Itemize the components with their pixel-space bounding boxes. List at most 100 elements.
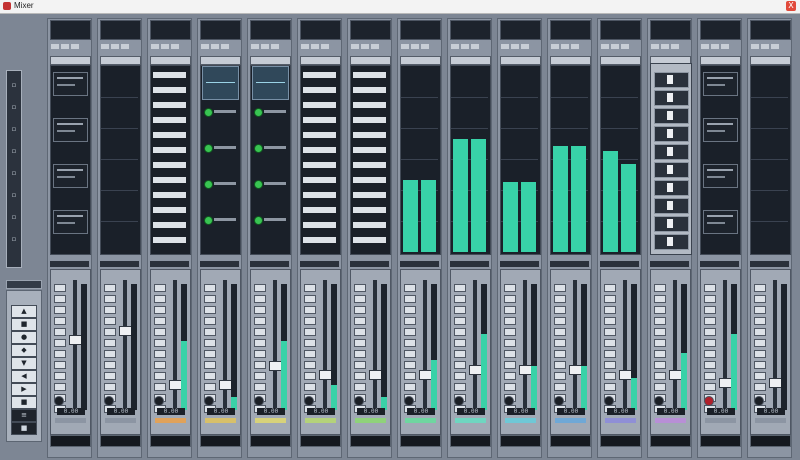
edit-button[interactable] <box>454 328 466 336</box>
eq-knob[interactable] <box>254 180 263 189</box>
toolbox-button-7[interactable]: ■ <box>11 396 37 409</box>
fader-track[interactable] <box>623 280 627 410</box>
arrow-icon[interactable]: ▫ <box>10 81 18 89</box>
send-bypass-button[interactable] <box>654 383 666 391</box>
send-bypass-button[interactable] <box>754 383 766 391</box>
volume-value[interactable]: 0.00 <box>257 408 285 415</box>
eq-curve-display[interactable] <box>252 66 289 100</box>
read-button[interactable] <box>54 306 66 314</box>
eraser-icon[interactable]: ▫ <box>10 169 18 177</box>
write-button[interactable] <box>304 317 316 325</box>
channel-name[interactable] <box>350 435 391 447</box>
insert-slot[interactable] <box>303 192 336 198</box>
solo-button[interactable] <box>704 295 716 303</box>
insert-slot[interactable] <box>303 147 336 153</box>
close-button[interactable]: X <box>786 1 796 11</box>
strip-small-buttons[interactable] <box>751 43 789 49</box>
send-bypass-button[interactable] <box>504 383 516 391</box>
toolbox-button-0[interactable]: ▲ <box>11 305 37 318</box>
strip-small-buttons[interactable] <box>51 43 89 49</box>
volume-value[interactable]: 0.00 <box>457 408 485 415</box>
fader-track[interactable] <box>323 280 327 410</box>
volume-value[interactable]: 0.00 <box>607 408 635 415</box>
fader-track[interactable] <box>373 280 377 410</box>
write-button[interactable] <box>754 317 766 325</box>
insert-bypass-button[interactable] <box>54 361 66 369</box>
monitor-button[interactable] <box>754 339 766 347</box>
mute-button[interactable] <box>254 284 266 292</box>
vst-slider[interactable] <box>654 180 689 196</box>
channel-header[interactable] <box>450 20 491 40</box>
send-bypass-button[interactable] <box>404 383 416 391</box>
insert-slot[interactable] <box>153 207 186 213</box>
monitor-button[interactable] <box>354 339 366 347</box>
solo-button[interactable] <box>354 295 366 303</box>
record-enable-button[interactable] <box>304 350 316 358</box>
write-button[interactable] <box>154 317 166 325</box>
vst-slider[interactable] <box>654 72 689 88</box>
record-button[interactable] <box>404 396 414 406</box>
mute-button[interactable] <box>604 284 616 292</box>
insert-slot[interactable] <box>353 87 386 93</box>
record-button[interactable] <box>754 396 764 406</box>
toolbox-button-9[interactable]: ■ <box>11 422 37 435</box>
record-button[interactable] <box>654 396 664 406</box>
monitor-button[interactable] <box>154 339 166 347</box>
insert-slot[interactable] <box>303 222 336 228</box>
section-header[interactable] <box>500 56 541 65</box>
edit-button[interactable] <box>354 328 366 336</box>
monitor-button[interactable] <box>254 339 266 347</box>
strip-small-buttons[interactable] <box>701 43 739 49</box>
strip-small-buttons[interactable] <box>501 43 539 49</box>
channel-name[interactable] <box>150 435 191 447</box>
channel-name[interactable] <box>500 435 541 447</box>
scissors-icon[interactable]: ▫ <box>10 125 18 133</box>
record-enable-button[interactable] <box>554 350 566 358</box>
fader-track[interactable] <box>123 280 127 410</box>
mute-button[interactable] <box>404 284 416 292</box>
record-enable-button[interactable] <box>404 350 416 358</box>
eq-knob[interactable] <box>254 144 263 153</box>
strip-small-buttons[interactable] <box>651 43 689 49</box>
strip-small-buttons[interactable] <box>301 43 339 49</box>
insert-bypass-button[interactable] <box>154 361 166 369</box>
toolbox-button-3[interactable]: ◆ <box>11 344 37 357</box>
insert-slot[interactable] <box>303 72 336 78</box>
fader-track[interactable] <box>423 280 427 410</box>
write-button[interactable] <box>604 317 616 325</box>
channel-header[interactable] <box>750 20 791 40</box>
mute-icon[interactable]: ▫ <box>10 213 18 221</box>
insert-bypass-button[interactable] <box>104 361 116 369</box>
mute-button[interactable] <box>154 284 166 292</box>
read-button[interactable] <box>554 306 566 314</box>
toolbox-button-6[interactable]: ▶ <box>11 383 37 396</box>
eq-knob[interactable] <box>204 216 213 225</box>
volume-value[interactable]: 0.00 <box>107 408 135 415</box>
solo-button[interactable] <box>104 295 116 303</box>
eq-bypass-button[interactable] <box>454 372 466 380</box>
strip-small-buttons[interactable] <box>151 43 189 49</box>
record-button[interactable] <box>204 396 214 406</box>
channel-header[interactable] <box>350 20 391 40</box>
channel-name[interactable] <box>250 435 291 447</box>
write-button[interactable] <box>54 317 66 325</box>
record-enable-button[interactable] <box>754 350 766 358</box>
speaker-icon[interactable]: ▫ <box>10 235 18 243</box>
toolbox-button-2[interactable]: ● <box>11 331 37 344</box>
read-button[interactable] <box>704 306 716 314</box>
edit-button[interactable] <box>154 328 166 336</box>
eq-bypass-button[interactable] <box>604 372 616 380</box>
record-enable-button[interactable] <box>104 350 116 358</box>
channel-name[interactable] <box>450 435 491 447</box>
mute-button[interactable] <box>554 284 566 292</box>
fader-track[interactable] <box>273 280 277 410</box>
eq-bypass-button[interactable] <box>104 372 116 380</box>
fader-track[interactable] <box>473 280 477 410</box>
insert-slot[interactable] <box>303 177 336 183</box>
insert-slot[interactable] <box>153 87 186 93</box>
strip-small-buttons[interactable] <box>251 43 289 49</box>
monitor-button[interactable] <box>204 339 216 347</box>
insert-slot[interactable] <box>153 117 186 123</box>
record-button[interactable] <box>704 396 714 406</box>
section-header[interactable] <box>250 56 291 65</box>
